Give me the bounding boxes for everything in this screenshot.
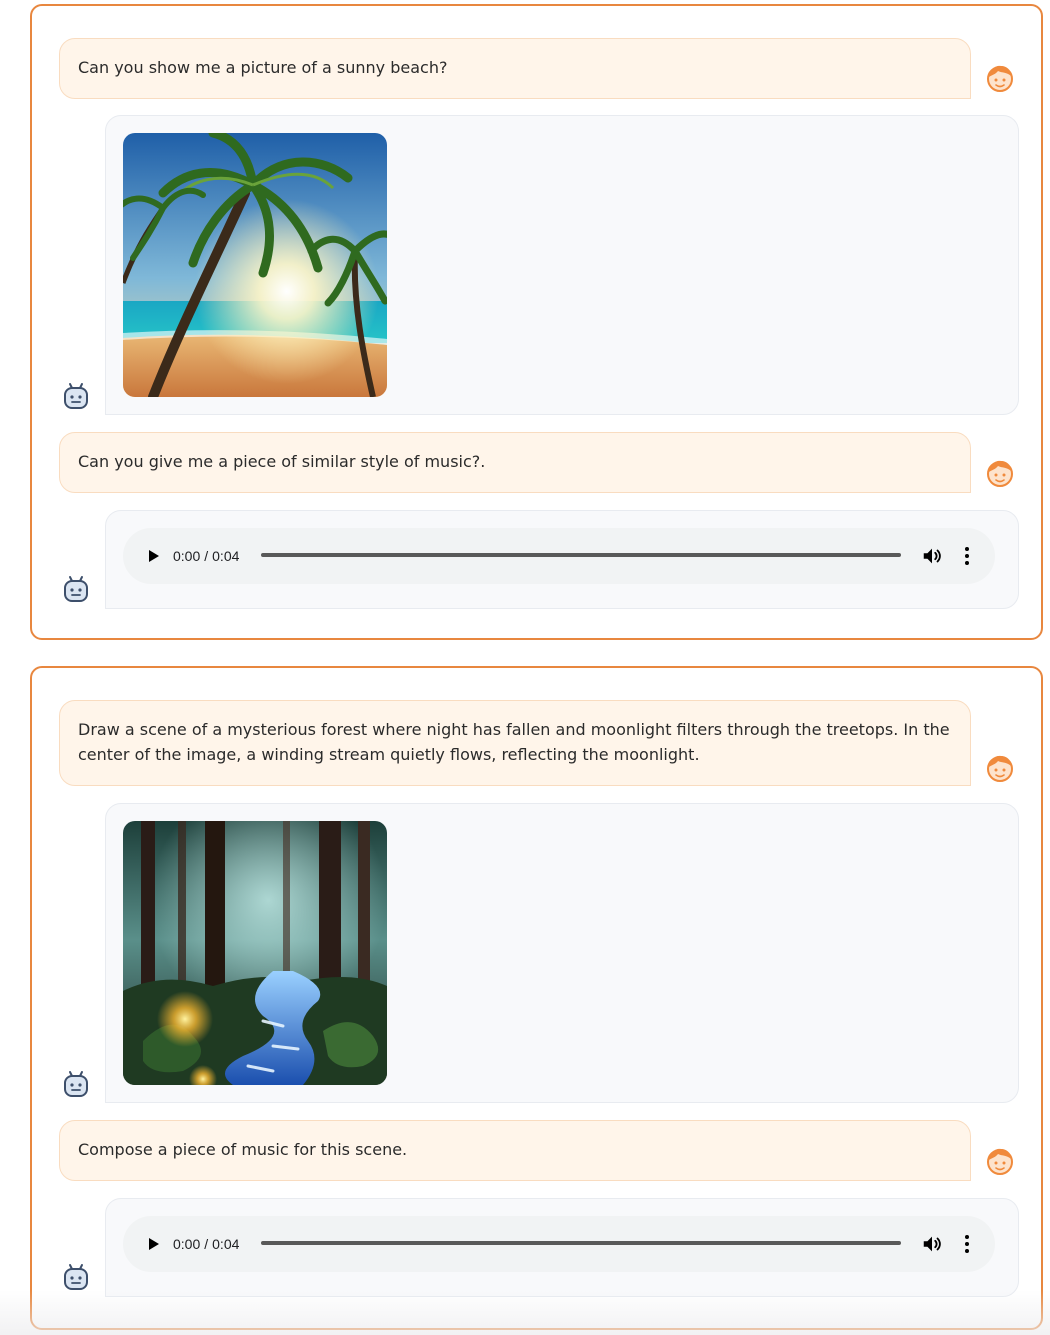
audio-current-time: 0:00 <box>173 1236 201 1252</box>
more-options-button[interactable] <box>957 1233 977 1255</box>
user-message-text: Compose a piece of music for this scene. <box>78 1140 408 1159</box>
more-vert-icon <box>965 1235 969 1253</box>
audio-player: 0:00/0:04 <box>123 528 995 584</box>
user-message-text: Can you give me a piece of similar style… <box>78 452 486 471</box>
volume-button[interactable] <box>921 545 943 567</box>
audio-time-display: 0:00/0:04 <box>173 546 239 566</box>
user-message-text: Draw a scene of a mysterious forest wher… <box>78 720 950 764</box>
play-icon <box>149 550 159 562</box>
play-button[interactable] <box>143 1234 163 1254</box>
bot-avatar-icon <box>61 574 91 604</box>
audio-duration: 0:04 <box>212 548 240 564</box>
volume-button[interactable] <box>921 1233 943 1255</box>
audio-progress-slider[interactable] <box>261 1241 901 1245</box>
play-icon <box>149 1238 159 1250</box>
user-message-bubble: Draw a scene of a mysterious forest wher… <box>59 700 971 786</box>
bot-message-bubble: 0:00/0:04 <box>105 1198 1019 1297</box>
user-message-bubble: Compose a piece of music for this scene. <box>59 1120 971 1181</box>
bot-avatar-icon <box>61 381 91 411</box>
chat-panel-2: Draw a scene of a mysterious forest wher… <box>30 666 1043 1330</box>
bot-message-bubble <box>105 803 1019 1103</box>
audio-player: 0:00/0:04 <box>123 1216 995 1272</box>
more-vert-icon <box>965 547 969 565</box>
bot-avatar-icon <box>61 1069 91 1099</box>
play-button[interactable] <box>143 546 163 566</box>
user-message-bubble: Can you give me a piece of similar style… <box>59 432 971 493</box>
volume-icon <box>923 1236 941 1252</box>
audio-current-time: 0:00 <box>173 548 201 564</box>
audio-progress-slider[interactable] <box>261 553 901 557</box>
bot-avatar-icon <box>61 1262 91 1292</box>
user-avatar-icon <box>985 1146 1015 1176</box>
audio-time-separator: / <box>204 548 209 564</box>
bot-message-bubble: 0:00/0:04 <box>105 510 1019 609</box>
chat-panel-1: Can you show me a picture of a sunny bea… <box>30 4 1043 640</box>
generated-forest-image[interactable] <box>123 821 387 1085</box>
user-message-text: Can you show me a picture of a sunny bea… <box>78 58 448 77</box>
generated-beach-image[interactable] <box>123 133 387 397</box>
user-avatar-icon <box>985 458 1015 488</box>
user-message-bubble: Can you show me a picture of a sunny bea… <box>59 38 971 99</box>
bot-message-bubble <box>105 115 1019 415</box>
audio-time-separator: / <box>204 1236 209 1252</box>
more-options-button[interactable] <box>957 545 977 567</box>
user-avatar-icon <box>985 63 1015 93</box>
user-avatar-icon <box>985 753 1015 783</box>
volume-icon <box>923 548 941 564</box>
audio-duration: 0:04 <box>212 1236 240 1252</box>
audio-time-display: 0:00/0:04 <box>173 1234 239 1254</box>
